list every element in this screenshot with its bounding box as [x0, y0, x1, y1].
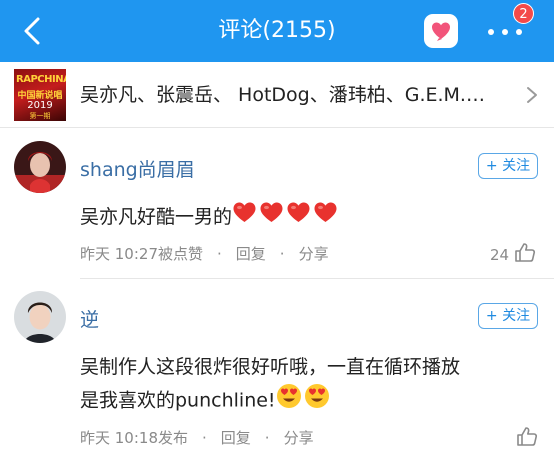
reply-button[interactable]: 回复	[221, 427, 251, 448]
more-dot-icon	[516, 29, 522, 35]
thumbs-up-icon	[517, 427, 538, 446]
more-dot-icon	[488, 29, 494, 35]
thumbnail-year: 2019	[27, 100, 53, 111]
comment-meta: 昨天 10:18发布 · 回复 · 分享	[80, 427, 314, 448]
avatar[interactable]	[14, 291, 66, 343]
like-button[interactable]: 24	[490, 242, 536, 264]
page-title: 评论(2155)	[218, 18, 336, 43]
user-avatar-image	[14, 141, 66, 193]
follow-button[interactable]: + 关注	[478, 153, 538, 179]
comment-item: 逆 + 关注 吴制作人这段很炸很好听哦，一直在循环播放 是我喜欢的punchli…	[0, 279, 554, 462]
heart-emoji-icon	[286, 201, 311, 234]
follow-button[interactable]: + 关注	[478, 303, 538, 329]
separator-dot: ·	[202, 429, 207, 447]
heart-emoji-icon	[259, 201, 284, 234]
comment-time: 昨天 10:27被点赞	[80, 245, 203, 263]
like-count: 24	[490, 246, 510, 264]
share-button[interactable]: 分享	[299, 243, 329, 264]
comment-username[interactable]: 逆	[80, 305, 99, 332]
heart-icon	[432, 22, 450, 41]
heart-eyes-emoji-icon	[304, 383, 330, 419]
comment-item: shang尚眉眉 + 关注 吴亦凡好酷一男的 昨天 10:27被点赞 · 回复 · 分享…	[0, 129, 554, 279]
share-button[interactable]: 分享	[284, 427, 314, 448]
topic-row[interactable]: RAPCHINA 中国新说唱 2019 第一期 吴亦凡、张震岳、 HotDog、…	[0, 62, 554, 128]
reply-button[interactable]: 回复	[236, 243, 266, 264]
thumbs-up-icon	[515, 243, 535, 262]
comment-body: 是我喜欢的punchline!	[80, 389, 276, 412]
favorite-button[interactable]	[424, 14, 458, 48]
separator-dot: ·	[279, 245, 285, 263]
comment-text: 吴制作人这段很炸很好听哦，一直在循环播放 是我喜欢的punchline!	[80, 351, 540, 419]
user-avatar-image	[14, 291, 66, 343]
comment-meta: 昨天 10:27被点赞 · 回复 · 分享	[80, 243, 329, 264]
topic-title: 吴亦凡、张震岳、 HotDog、潘玮柏、G.E.M.…	[80, 84, 485, 106]
top-bar: 评论(2155) 2	[0, 0, 554, 62]
comment-username[interactable]: shang尚眉眉	[80, 155, 195, 182]
heart-eyes-emoji-icon	[276, 383, 302, 419]
comment-body-line-2: 是我喜欢的punchline!	[80, 383, 540, 419]
comment-time: 昨天 10:18发布	[80, 429, 188, 447]
comment-body-line: 吴制作人这段很炸很好听哦，一直在循环播放	[80, 356, 461, 378]
separator-dot: ·	[264, 429, 270, 447]
heart-emoji-icon	[232, 201, 257, 234]
more-dot-icon	[502, 29, 508, 35]
comment-text: 吴亦凡好酷一男的	[80, 201, 540, 234]
thumbnail-logo-text: RAPCHINA	[16, 74, 66, 85]
comment-body: 吴亦凡好酷一男的	[80, 206, 233, 228]
notification-badge: 2	[513, 3, 534, 24]
avatar[interactable]	[14, 141, 66, 193]
topic-thumbnail: RAPCHINA 中国新说唱 2019 第一期	[14, 69, 66, 121]
like-button[interactable]	[516, 426, 538, 448]
chevron-right-icon	[527, 87, 537, 103]
heart-emoji-icon	[313, 201, 338, 234]
thumbnail-episode: 第一期	[29, 112, 51, 120]
separator-dot: ·	[217, 245, 222, 263]
